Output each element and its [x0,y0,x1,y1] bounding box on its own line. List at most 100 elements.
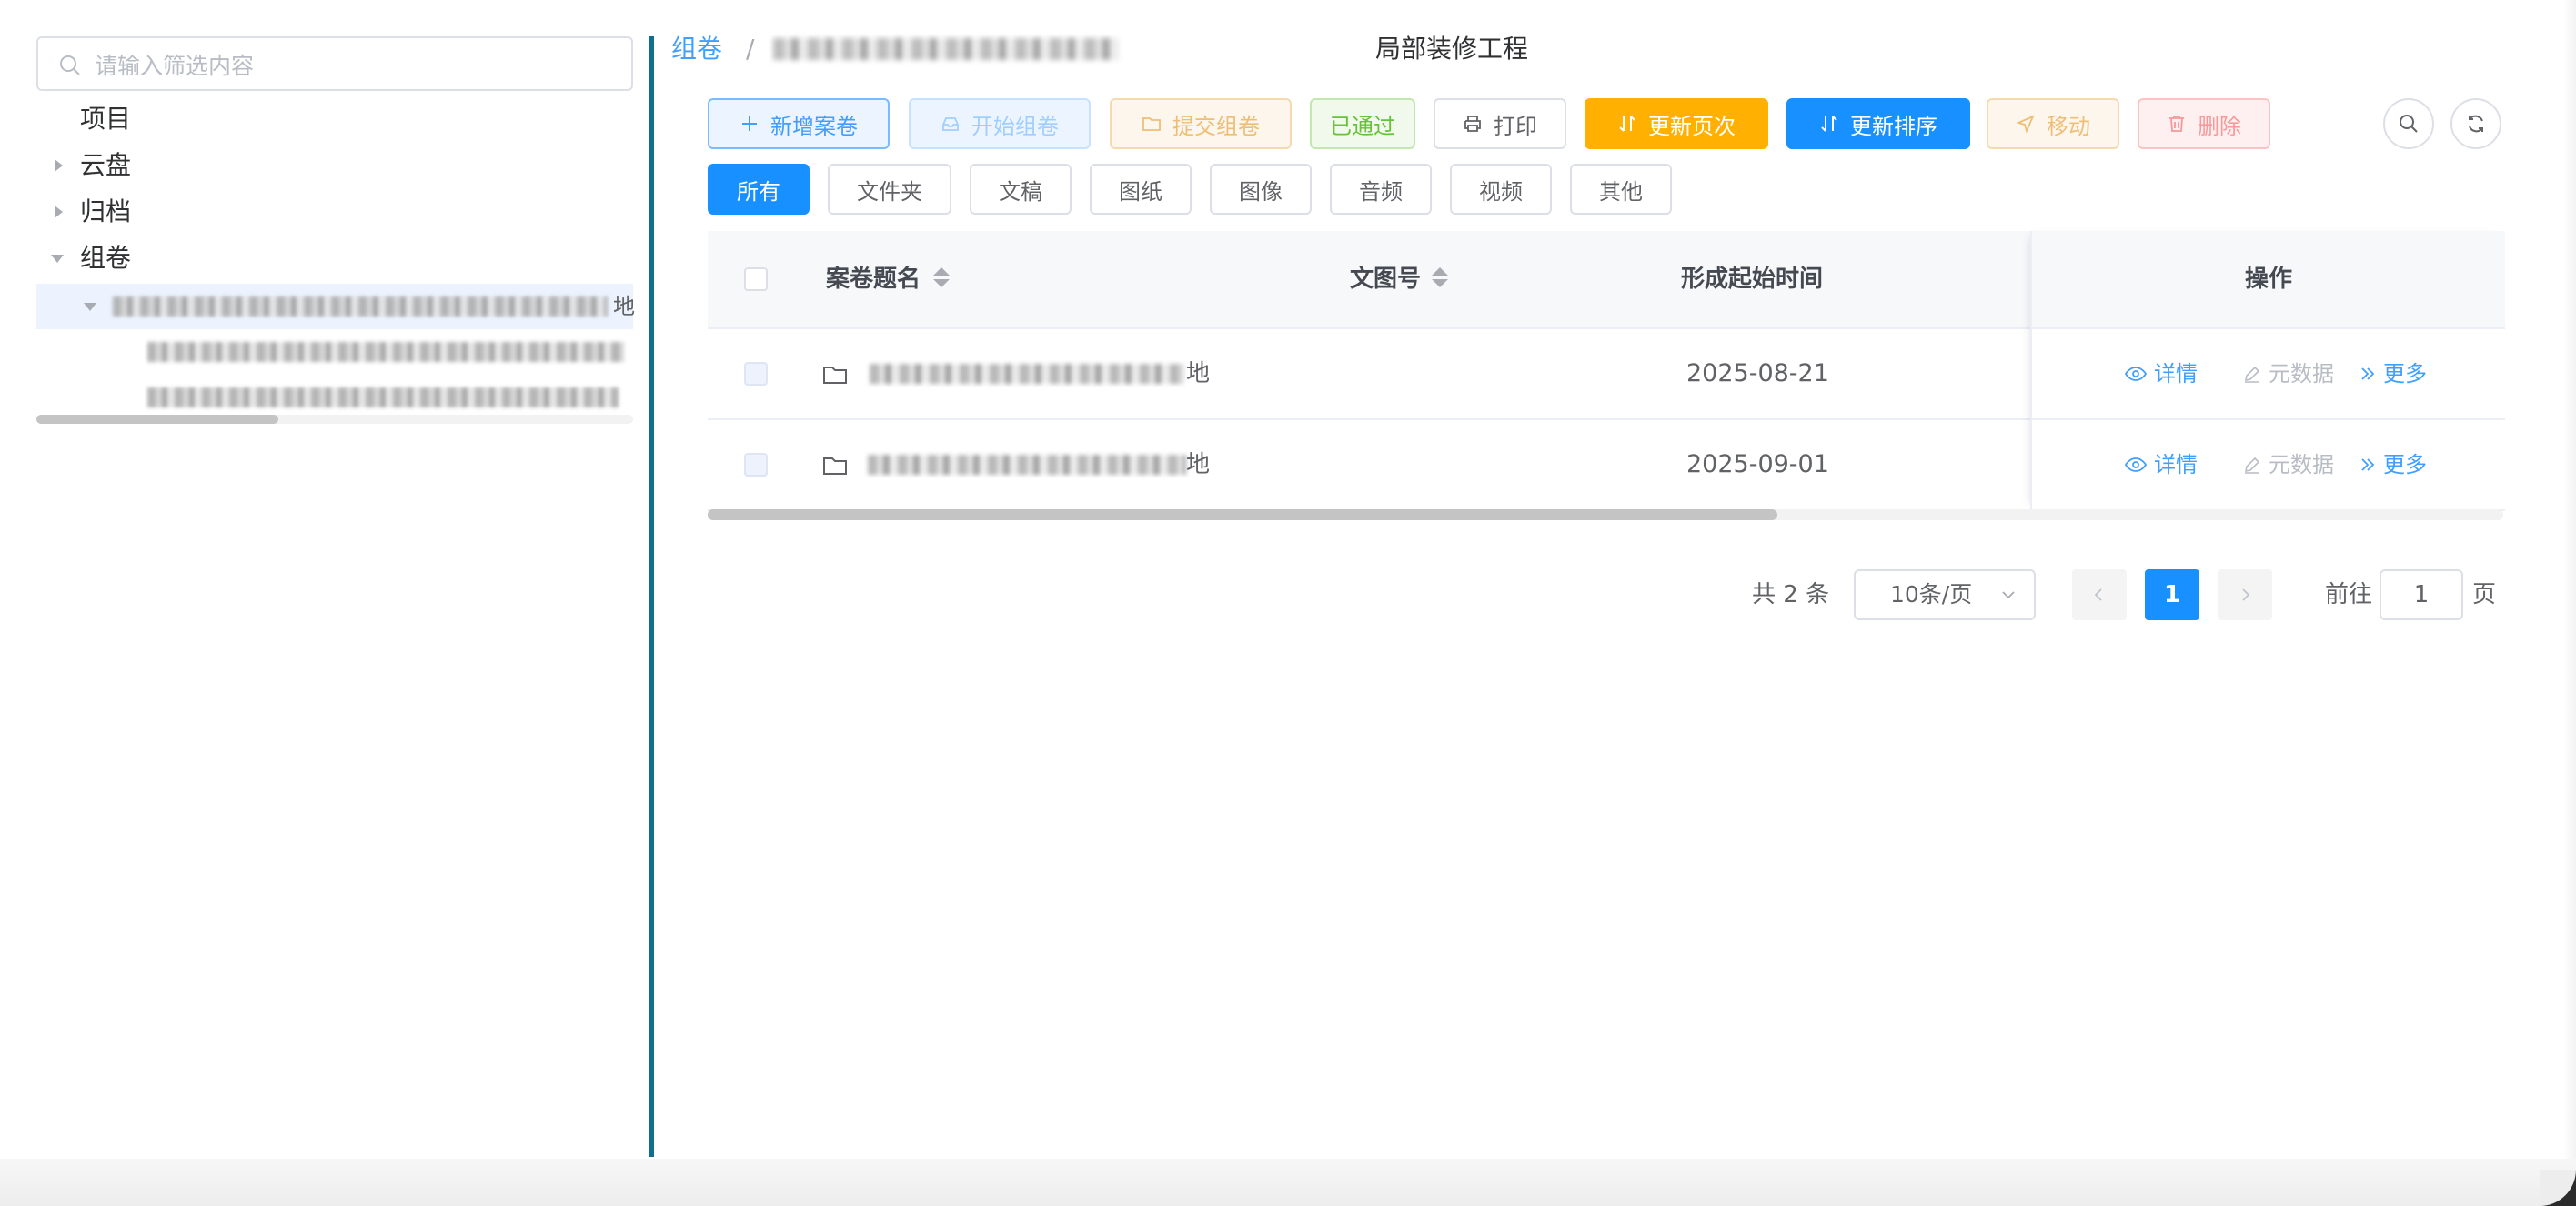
ops-cell: 详情 元数据 更多 [2032,329,2505,420]
detail-link[interactable]: 详情 [2125,420,2198,509]
metadata-link[interactable]: 元数据 [2243,420,2334,509]
column-start-time: 形成起始时间 [1681,266,1824,293]
update-order-button[interactable]: 更新排序 [1786,98,1970,149]
pagination-total: 共 2 条 [1752,581,1830,608]
refresh-icon [2469,115,2483,133]
goto-page-input[interactable] [2380,569,2463,620]
detail-label: 详情 [2154,361,2198,387]
start-volume-label: 开始组卷 [971,113,1059,139]
search-toggle-button[interactable] [2383,98,2434,149]
volume-table: 案卷题名 文图号 形成起始时间 地 2025-08-21 地 2025-09-0… [708,231,2505,522]
passed-button[interactable]: 已通过 [1310,98,1415,149]
window-corner [2540,1170,2576,1206]
tree-node-child-1[interactable] [36,329,633,375]
caret-right-icon[interactable] [55,159,63,172]
page-size-value: 10条/页 [1890,581,1973,608]
metadata-label: 元数据 [2269,361,2334,387]
window-edge [2563,0,2576,1170]
metadata-link[interactable]: 元数据 [2243,329,2334,418]
tree-node-label: 归档 [80,196,132,226]
chevron-right-icon [2242,588,2250,601]
page-unit-label: 页 [2472,581,2497,608]
passed-label: 已通过 [1330,113,1395,139]
goto-label: 前往 [2325,581,2373,608]
operations-column: 操作 详情 元数据 更多 详情 元数据 更多 [2030,231,2505,511]
filter-image[interactable]: 图像 [1210,164,1312,215]
tree-node-archive[interactable]: 归档 [36,189,633,235]
double-chevron-right-icon [2361,458,2375,471]
redacted-title [870,364,1184,384]
page-1-button[interactable]: 1 [2145,569,2199,620]
tree-filter-input[interactable] [93,47,624,84]
more-link[interactable]: 更多 [2360,420,2427,509]
title-tail: 地 [1186,360,1211,387]
folder-icon [823,457,847,475]
start-time-cell: 2025-09-01 [1686,450,1829,478]
breadcrumb-current: 局部装修工程 [1375,34,1529,64]
caret-right-icon[interactable] [55,206,63,218]
printer-icon [1464,116,1481,132]
row-checkbox[interactable] [744,362,768,386]
filter-video[interactable]: 视频 [1450,164,1552,215]
update-pages-label: 更新页次 [1648,113,1736,139]
start-volume-button[interactable]: 开始组卷 [909,98,1091,149]
eye-icon [2125,367,2147,381]
move-button[interactable]: 移动 [1987,98,2119,149]
plus-icon [742,116,757,131]
search-icon [2400,115,2418,133]
redacted-breadcrumb-item[interactable] [773,38,1119,60]
update-pages-button[interactable]: 更新页次 [1585,98,1768,149]
ops-header-cell: 操作 [2032,231,2505,329]
more-label: 更多 [2383,452,2427,477]
detail-link[interactable]: 详情 [2125,329,2198,418]
redacted-title [868,455,1186,475]
redacted-label [147,342,624,362]
search-icon [60,55,80,75]
title-tail: 地 [1186,451,1211,478]
column-doc-no[interactable]: 文图号 [1350,231,1421,327]
prev-page-button[interactable] [2072,569,2127,620]
column-title[interactable]: 案卷题名 [826,231,921,327]
panel-splitter[interactable] [649,36,654,1157]
delete-button[interactable]: 删除 [2138,98,2270,149]
tree-node-label: 项目 [80,104,132,134]
filter-manuscript[interactable]: 文稿 [970,164,1072,215]
table-scrollbar-thumb[interactable] [708,509,1777,520]
select-all-checkbox[interactable] [744,267,768,291]
row-checkbox[interactable] [744,453,768,477]
filter-folder[interactable]: 文件夹 [828,164,951,215]
eye-icon [2125,457,2147,472]
filter-drawing[interactable]: 图纸 [1090,164,1192,215]
double-chevron-right-icon [2361,367,2375,380]
add-volume-button[interactable]: 新增案卷 [708,98,890,149]
tree-node-label: 组卷 [80,243,132,273]
print-button[interactable]: 打印 [1434,98,1566,149]
submit-volume-button[interactable]: 提交组卷 [1110,98,1292,149]
tree-node-volume[interactable]: 组卷 [36,236,633,281]
ops-cell: 详情 元数据 更多 [2032,420,2505,511]
more-link[interactable]: 更多 [2360,329,2427,418]
refresh-button[interactable] [2450,98,2501,149]
filter-other[interactable]: 其他 [1570,164,1672,215]
print-label: 打印 [1494,113,1537,139]
redacted-label [147,387,619,407]
tree-filter-box[interactable] [36,36,633,91]
caret-down-icon[interactable] [84,303,96,311]
caret-down-icon[interactable] [51,255,64,263]
tree-node-child-2[interactable] [36,375,633,415]
filter-all[interactable]: 所有 [708,164,810,215]
tree-node-cloud[interactable]: 云盘 [36,143,633,188]
inbox-icon [942,117,959,131]
send-icon [2016,115,2035,134]
tree-panel: 项目 云盘 归档 组卷 地 [36,36,635,427]
page-size-select[interactable]: 10条/页 [1854,569,2036,620]
tree-node-selected-volume[interactable]: 地 [36,284,635,329]
tree-scrollbar-thumb[interactable] [36,415,278,424]
filter-audio[interactable]: 音频 [1330,164,1432,215]
next-page-button[interactable] [2218,569,2272,620]
submit-volume-label: 提交组卷 [1172,113,1260,139]
tree-node-project[interactable]: 项目 [36,96,633,142]
more-label: 更多 [2383,361,2427,387]
metadata-label: 元数据 [2269,452,2334,477]
breadcrumb-root-link[interactable]: 组卷 [671,31,722,67]
